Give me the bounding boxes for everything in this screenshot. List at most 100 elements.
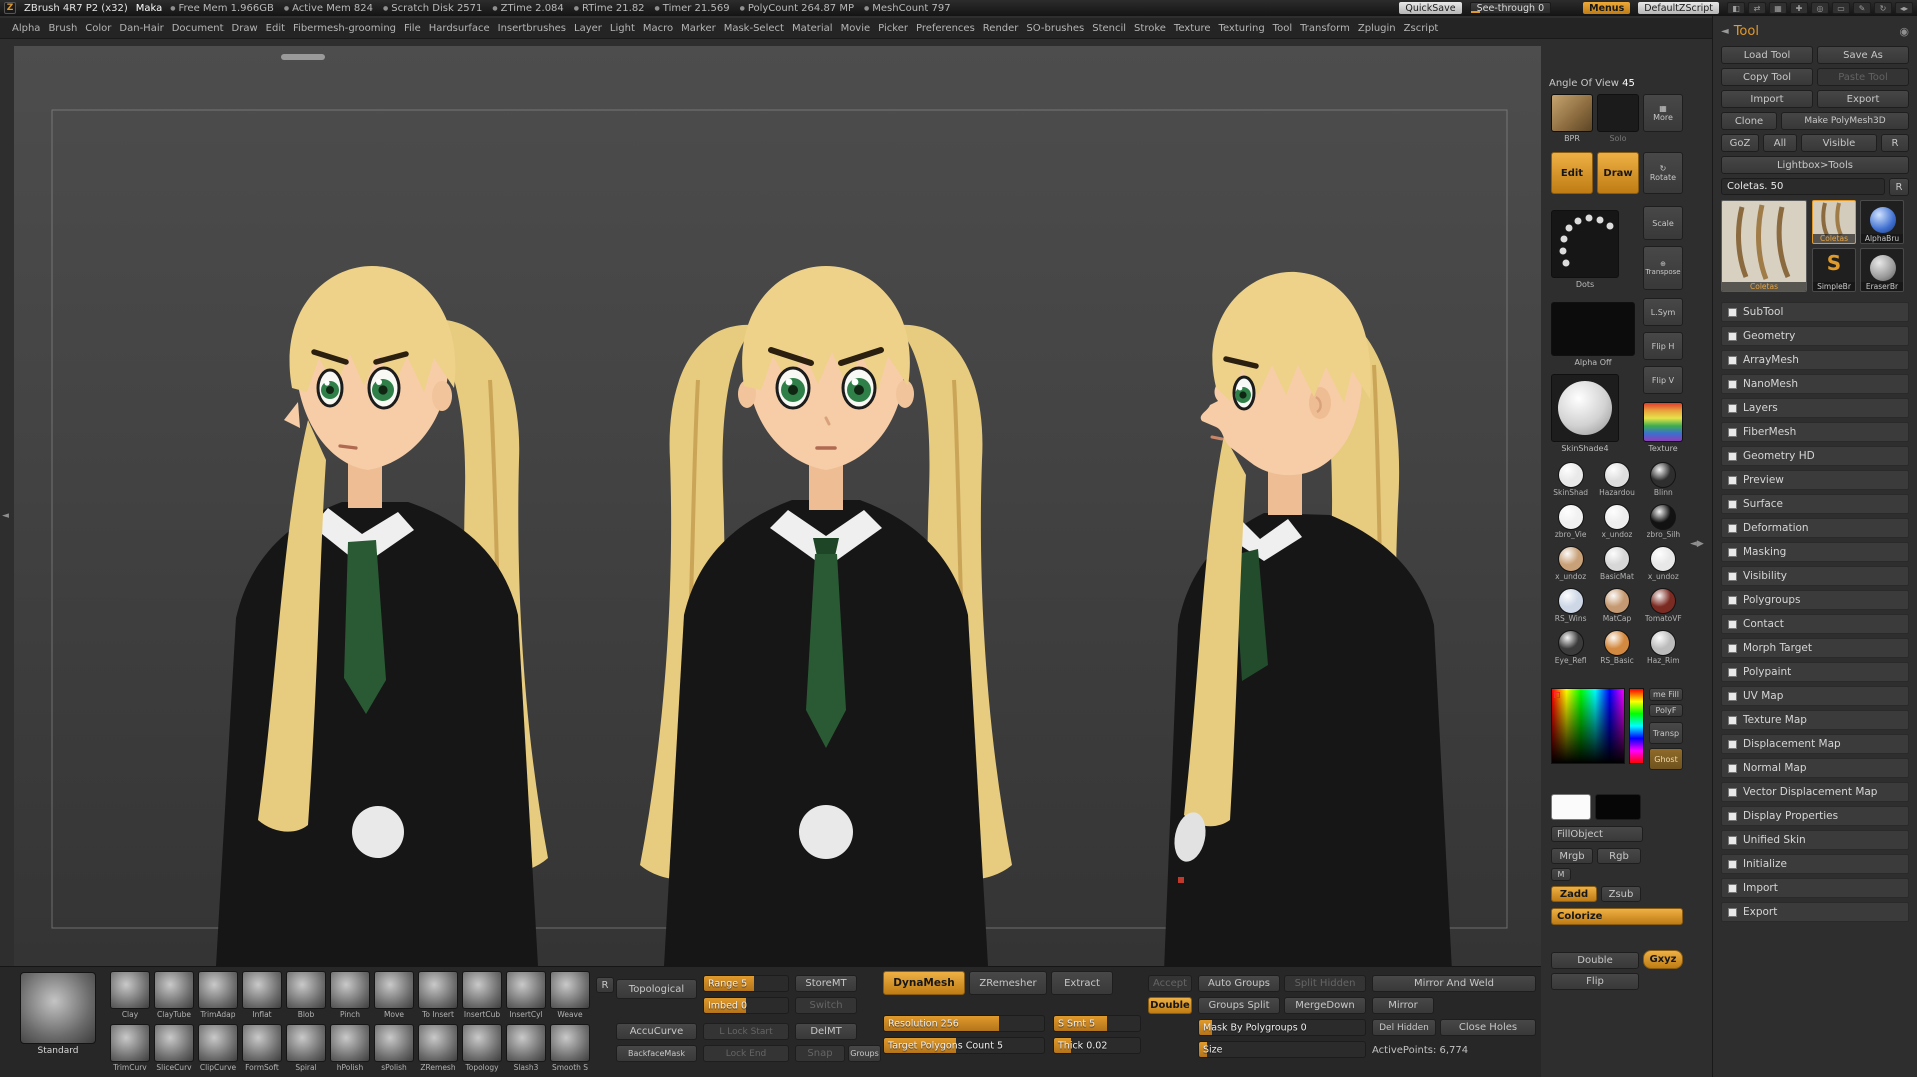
color-picker-square[interactable] (1551, 688, 1625, 764)
groups-split-button[interactable]: Groups Split (1198, 997, 1280, 1014)
brush-slash3[interactable]: Slash3 (506, 1024, 546, 1072)
material-swatch-basicmat[interactable]: BasicMat (1595, 546, 1638, 586)
menu-dan-hair[interactable]: Dan-Hair (115, 23, 167, 34)
tool-section-preview[interactable]: Preview (1721, 470, 1909, 490)
menu-hardsurface[interactable]: Hardsurface (425, 23, 494, 34)
tool-section-geometry-hd[interactable]: Geometry HD (1721, 446, 1909, 466)
mirror-button[interactable]: Mirror (1372, 997, 1434, 1014)
tool-thumb-simplebrush[interactable]: S SimpleBr (1812, 248, 1856, 292)
material-swatch-zbro_silh[interactable]: zbro_Silh (1642, 504, 1685, 544)
auto-groups-button[interactable]: Auto Groups (1198, 975, 1280, 992)
model-front-view[interactable] (640, 266, 1012, 966)
backfacemask-toggle[interactable]: BackfaceMask (616, 1045, 697, 1062)
menu-stroke[interactable]: Stroke (1130, 23, 1170, 34)
menu-tool[interactable]: Tool (1269, 23, 1296, 34)
menu-zplugin[interactable]: Zplugin (1354, 23, 1400, 34)
ghost-button[interactable]: Ghost (1649, 748, 1683, 770)
tool-section-import[interactable]: Import (1721, 878, 1909, 898)
material-swatch-matcap[interactable]: MatCap (1595, 588, 1638, 628)
collapse-arrow-icon[interactable]: ◄ (1721, 26, 1729, 37)
tool-section-deformation[interactable]: Deformation (1721, 518, 1909, 538)
brush-zremesh[interactable]: ZRemesh (418, 1024, 458, 1072)
rgb-button[interactable]: Rgb (1597, 848, 1641, 864)
tool-section-display-properties[interactable]: Display Properties (1721, 806, 1909, 826)
brush-hpolish[interactable]: hPolish (330, 1024, 370, 1072)
brush-inflat[interactable]: Inflat (242, 971, 282, 1019)
titlebar-icon-9[interactable]: ◂▸ (1895, 2, 1913, 14)
draw-mode-button[interactable]: Draw (1597, 152, 1639, 194)
brush-spiral[interactable]: Spiral (286, 1024, 326, 1072)
brush-smooth-s[interactable]: Smooth S (550, 1024, 590, 1072)
delmt-button[interactable]: DelMT (795, 1023, 857, 1040)
brush-clay[interactable]: Clay (110, 971, 150, 1019)
current-color-swatch[interactable] (1551, 794, 1591, 820)
menu-texturing[interactable]: Texturing (1215, 23, 1269, 34)
transp-button[interactable]: Transp (1649, 722, 1683, 744)
material-swatch-x_undoz[interactable]: x_undoz (1642, 546, 1685, 586)
mrgb-button[interactable]: Mrgb (1551, 848, 1593, 864)
material-swatch-eye_refl[interactable]: Eye_Refl (1549, 630, 1592, 670)
material-swatch-skinshad[interactable]: SkinShad (1549, 462, 1592, 502)
menu-preferences[interactable]: Preferences (912, 23, 979, 34)
material-swatch-zbro_vie[interactable]: zbro_Vie (1549, 504, 1592, 544)
menu-insertbrushes[interactable]: Insertbrushes (494, 23, 570, 34)
menu-light[interactable]: Light (606, 23, 639, 34)
viewport-canvas[interactable] (14, 46, 1541, 966)
brush-slicecurv[interactable]: SliceCurv (154, 1024, 194, 1072)
goz-r-button[interactable]: R (1881, 134, 1909, 152)
brush-topology[interactable]: Topology (462, 1024, 502, 1072)
menu-mask-select[interactable]: Mask-Select (720, 23, 788, 34)
flip-h-button[interactable]: Flip H (1643, 332, 1683, 360)
tool-section-morph-target[interactable]: Morph Target (1721, 638, 1909, 658)
tool-section-masking[interactable]: Masking (1721, 542, 1909, 562)
menu-picker[interactable]: Picker (874, 23, 912, 34)
target-polygons-slider[interactable]: Target Polygons Count 5 (883, 1037, 1045, 1054)
menu-so-brushes[interactable]: SO-brushes (1022, 23, 1088, 34)
polyf-button[interactable]: PolyF (1649, 704, 1683, 717)
titlebar-icon-5[interactable]: ◎ (1811, 2, 1829, 14)
tool-section-arraymesh[interactable]: ArrayMesh (1721, 350, 1909, 370)
fillobject-button[interactable]: FillObject (1551, 826, 1643, 842)
material-swatch-haz_rim[interactable]: Haz_Rim (1642, 630, 1685, 670)
size-slider[interactable]: Size (1198, 1041, 1366, 1058)
tool-thumb-alphabrush[interactable]: AlphaBru (1860, 200, 1904, 244)
tool-thumb-coletas[interactable]: Coletas (1812, 200, 1856, 244)
brush-blob[interactable]: Blob (286, 971, 326, 1019)
load-tool-button[interactable]: Load Tool (1721, 46, 1813, 64)
lsym-button[interactable]: L.Sym (1643, 298, 1683, 326)
brush-spolish[interactable]: sPolish (374, 1024, 414, 1072)
zsub-button[interactable]: Zsub (1601, 886, 1641, 902)
titlebar-icon-7[interactable]: ✎ (1853, 2, 1871, 14)
titlebar-icon-4[interactable]: ✚ (1790, 2, 1808, 14)
hue-bar[interactable] (1629, 688, 1644, 764)
brush-weave[interactable]: Weave (550, 971, 590, 1019)
extract-button[interactable]: Extract (1051, 971, 1113, 995)
material-swatch-tomatovf[interactable]: TomatoVF (1642, 588, 1685, 628)
material-swatch-x_undoz[interactable]: x_undoz (1595, 504, 1638, 544)
left-tray-toggle-icon[interactable]: ◄ (2, 512, 9, 521)
tool-thumb-eraserbrush[interactable]: EraserBr (1860, 248, 1904, 292)
colorize-button[interactable]: Colorize (1551, 908, 1683, 925)
material-swatch-x_undoz[interactable]: x_undoz (1549, 546, 1592, 586)
titlebar-icon-8[interactable]: ↻ (1874, 2, 1892, 14)
brush-insertcyl[interactable]: InsertCyl (506, 971, 546, 1019)
mergedown-button[interactable]: MergeDown (1284, 997, 1366, 1014)
ssmt-slider[interactable]: S Smt 5 (1053, 1015, 1141, 1032)
material-swatch-rs_wins[interactable]: RS_Wins (1549, 588, 1592, 628)
tool-section-subtool[interactable]: SubTool (1721, 302, 1909, 322)
goz-button[interactable]: GoZ (1721, 134, 1759, 152)
model-profile-view[interactable] (1164, 271, 1452, 966)
tool-section-polygroups[interactable]: Polygroups (1721, 590, 1909, 610)
material-picker[interactable] (1551, 374, 1619, 442)
menu-transform[interactable]: Transform (1296, 23, 1354, 34)
tool-section-visibility[interactable]: Visibility (1721, 566, 1909, 586)
m-button[interactable]: M (1551, 868, 1571, 881)
material-swatch-blinn[interactable]: Blinn (1642, 462, 1685, 502)
lightbox-tools-button[interactable]: Lightbox>Tools (1721, 156, 1909, 174)
imbed-slider[interactable]: Imbed 0 (703, 997, 789, 1014)
menu-document[interactable]: Document (168, 23, 228, 34)
brush-pinch[interactable]: Pinch (330, 971, 370, 1019)
thick-slider[interactable]: Thick 0.02 (1053, 1037, 1141, 1054)
active-tool-thumbnail[interactable]: Coletas (1721, 200, 1807, 292)
current-tool-slider[interactable]: Coletas. 50 (1721, 178, 1885, 195)
